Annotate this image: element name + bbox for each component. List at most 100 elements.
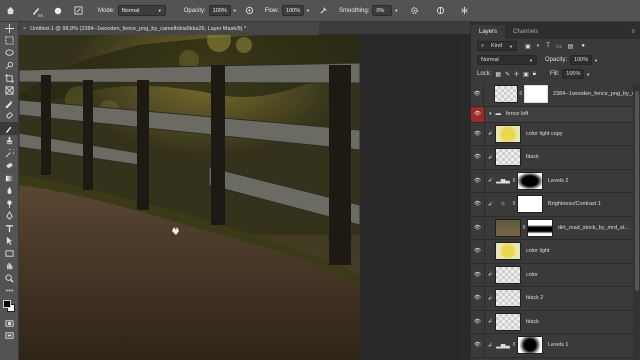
tab-channels[interactable]: Channels: [505, 25, 546, 39]
eyedropper-tool-icon[interactable]: [0, 97, 19, 110]
shape-filter-icon[interactable]: ▭: [556, 43, 562, 50]
eye-icon[interactable]: 👁︎: [471, 287, 485, 310]
type-filter-icon[interactable]: T: [546, 43, 550, 49]
quick-mask-icon[interactable]: [0, 317, 19, 330]
mode-select[interactable]: Normal ▼: [117, 5, 166, 16]
eraser-tool-icon[interactable]: [0, 160, 19, 173]
layer-mask-thumbnail[interactable]: [527, 218, 553, 237]
eye-icon[interactable]: 👁︎: [471, 240, 485, 263]
screen-mode-icon[interactable]: [0, 330, 19, 343]
close-icon[interactable]: ×: [23, 26, 26, 32]
smart-object-filter-icon[interactable]: ▤: [568, 43, 574, 50]
eye-icon[interactable]: 👁︎: [471, 193, 485, 216]
more-tools-icon[interactable]: [0, 285, 19, 298]
dodge-tool-icon[interactable]: [0, 197, 19, 210]
eye-icon[interactable]: 👁︎: [471, 334, 485, 357]
eye-icon[interactable]: 👁︎: [471, 83, 485, 106]
layer-opacity-field[interactable]: 100%: [570, 55, 593, 65]
history-brush-tool-icon[interactable]: [0, 147, 19, 160]
flow-field[interactable]: 100%: [282, 5, 305, 16]
eye-icon[interactable]: 👁︎: [471, 169, 485, 192]
layers-scrollbar[interactable]: [633, 83, 640, 360]
layer-row[interactable]: 👁︎ 8 dirt_road_stock_by_mrd_st...: [471, 216, 633, 240]
zoom-tool-icon[interactable]: [0, 272, 19, 285]
blur-tool-icon[interactable]: [0, 185, 19, 198]
opacity-field[interactable]: 100%: [208, 5, 231, 16]
panel-menu-icon[interactable]: ≡: [626, 25, 640, 39]
layer-name: color light copy: [526, 130, 563, 137]
pressure-size-icon[interactable]: [434, 5, 446, 17]
smoothing-field[interactable]: 0%: [372, 5, 393, 16]
lock-label: Lock:: [477, 71, 492, 77]
marquee-tool-icon[interactable]: [0, 35, 19, 48]
layer-row[interactable]: 👁︎ 8 2384--1wooden_fence_png_by_camelfob…: [471, 83, 633, 107]
home-icon[interactable]: [4, 5, 16, 17]
brush-settings-icon[interactable]: [72, 5, 84, 17]
frame-tool-icon[interactable]: [0, 85, 19, 98]
scrollbar-thumb[interactable]: [635, 91, 639, 291]
filter-toggle-icon[interactable]: ●: [581, 43, 585, 49]
lock-pixels-icon[interactable]: ✎: [505, 71, 510, 78]
quick-select-tool-icon[interactable]: [0, 60, 19, 73]
fill-field[interactable]: 100%: [562, 69, 585, 79]
document-tab[interactable]: × Untitled-1 @ 98,9% (2384--1wooden_fenc…: [19, 22, 319, 35]
tab-layers[interactable]: Layers: [471, 25, 506, 39]
lasso-tool-icon[interactable]: [0, 47, 19, 60]
layer-mask-thumbnail[interactable]: [517, 195, 543, 214]
layer-mask-thumbnail[interactable]: [517, 336, 543, 355]
document-canvas[interactable]: [19, 35, 360, 360]
symmetry-icon[interactable]: [458, 5, 470, 17]
eye-icon[interactable]: 👁︎: [471, 146, 485, 169]
eye-icon[interactable]: 👁︎: [471, 310, 485, 333]
type-tool-icon[interactable]: [0, 222, 19, 235]
eye-icon[interactable]: 👁︎: [471, 106, 485, 122]
layer-row[interactable]: 👁︎ ↲ ▂▅▃ 8 Levels 1: [471, 334, 633, 358]
options-bar: 65 Mode: Normal ▼ Opacity: 100% ▼ Flow: …: [0, 0, 640, 22]
brush-preview-icon[interactable]: [52, 5, 64, 17]
filter-kind-select[interactable]: ⌕ Kind ▼: [477, 41, 517, 51]
lock-artboard-icon[interactable]: ▣: [523, 71, 529, 78]
layer-mask-thumbnail[interactable]: [523, 85, 548, 104]
layer-row[interactable]: 👁︎ ↲ color: [471, 263, 633, 287]
path-selection-tool-icon[interactable]: [0, 235, 19, 248]
chevron-down-icon[interactable]: ▾: [489, 111, 492, 117]
eye-icon[interactable]: 👁︎: [471, 216, 485, 239]
pixel-filter-icon[interactable]: ▣: [525, 43, 531, 50]
lock-transparency-icon[interactable]: ▦: [495, 71, 501, 78]
brush-size-value: 65: [38, 13, 44, 18]
foreground-background-color-icon[interactable]: [0, 297, 19, 317]
blend-mode-select[interactable]: Normal ▼: [477, 55, 537, 65]
rectangle-tool-icon[interactable]: [0, 247, 19, 260]
layer-row[interactable]: 👁︎ color light: [471, 240, 633, 264]
pressure-opacity-icon[interactable]: [244, 5, 256, 17]
canvas-scrollbar[interactable]: [461, 35, 470, 360]
chevron-down-icon[interactable]: ▼: [233, 8, 237, 13]
eye-icon[interactable]: 👁︎: [471, 122, 485, 145]
adjustment-filter-icon[interactable]: ◐: [537, 43, 541, 49]
chevron-down-icon[interactable]: ▼: [586, 72, 590, 77]
chevron-down-icon[interactable]: ▼: [594, 58, 598, 63]
brush-tool-icon[interactable]: [0, 122, 19, 135]
pen-tool-icon[interactable]: [0, 210, 19, 223]
layer-group-row[interactable]: 👁︎ ▾ ▬ fence left: [471, 106, 633, 123]
lock-position-icon[interactable]: ✛: [514, 71, 519, 78]
lock-all-icon[interactable]: 🔒︎: [533, 71, 536, 78]
crop-tool-icon[interactable]: [0, 72, 19, 85]
gradient-tool-icon[interactable]: [0, 172, 19, 185]
layer-row[interactable]: 👁︎ ↲ color light copy: [471, 122, 633, 146]
airbrush-icon[interactable]: [318, 5, 330, 17]
layer-row[interactable]: 👁︎ ↲ black: [471, 146, 633, 170]
move-tool-icon[interactable]: [0, 22, 19, 35]
eye-icon[interactable]: 👁︎: [471, 263, 485, 286]
chevron-down-icon[interactable]: ▼: [306, 8, 310, 13]
gear-icon[interactable]: [408, 5, 420, 17]
layer-row[interactable]: 👁︎ ↲ black: [471, 310, 633, 334]
layer-row[interactable]: 👁︎ ↲ ☼ 8 Brightness/Contrast 1: [471, 193, 633, 217]
layer-row[interactable]: 👁︎ ↲ ▂▅▃ 8 Levels 2: [471, 169, 633, 193]
layer-mask-thumbnail[interactable]: [517, 171, 543, 190]
chevron-down-icon[interactable]: ▼: [394, 8, 398, 13]
layer-row[interactable]: 👁︎ ↲ black 2: [471, 287, 633, 311]
healing-brush-tool-icon[interactable]: [0, 110, 19, 123]
clone-stamp-tool-icon[interactable]: [0, 135, 19, 148]
hand-tool-icon[interactable]: [0, 260, 19, 273]
